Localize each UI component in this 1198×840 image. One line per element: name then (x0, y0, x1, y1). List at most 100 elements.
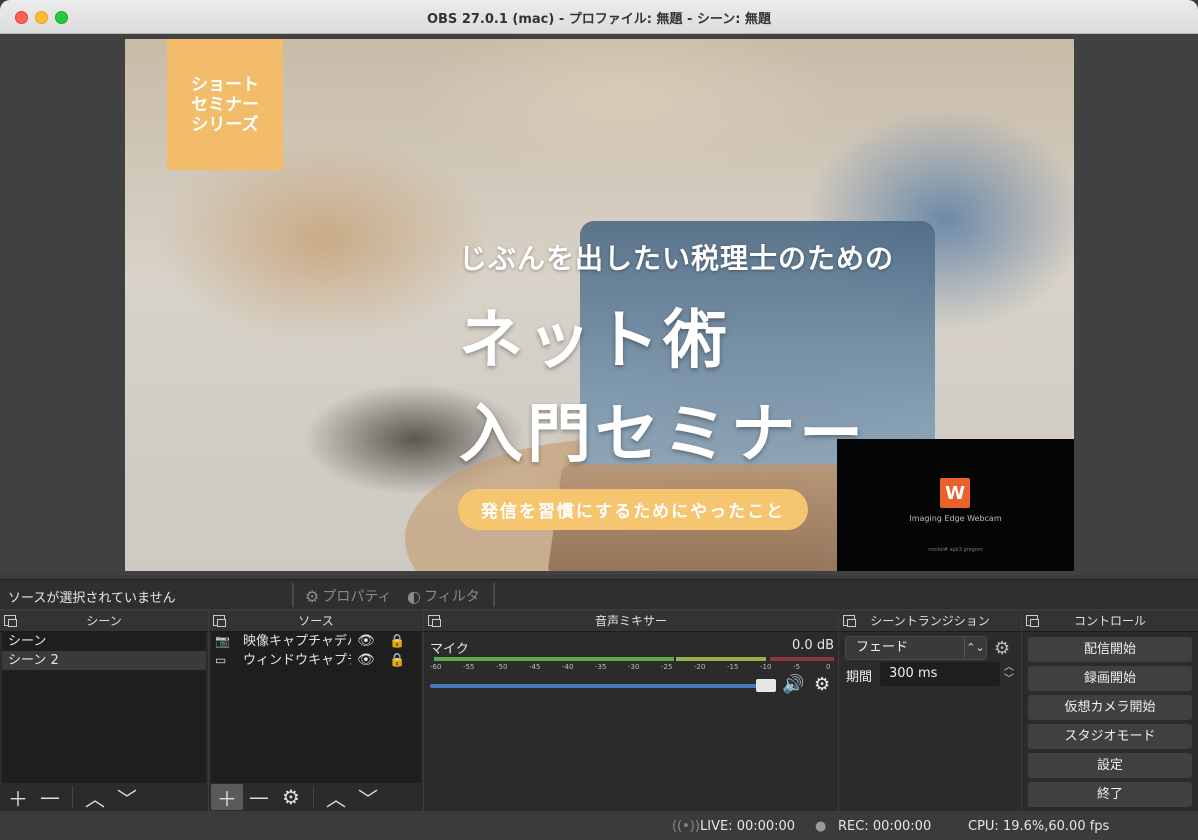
audio-mixer-dock: 音声ミキサー (424, 611, 838, 811)
speaker-icon[interactable]: 🔊 (782, 674, 804, 695)
status-bar: ((•)) LIVE: 00:00:00 ● REC: 00:00:00 CPU… (0, 813, 1198, 840)
minus-icon: — (40, 785, 60, 809)
move-source-down-button[interactable]: ﹀ (352, 784, 384, 811)
mixer-dock-header: 音声ミキサー (424, 611, 838, 632)
volume-slider-knob[interactable] (756, 679, 776, 692)
move-scene-up-button[interactable]: ︿ (79, 784, 111, 811)
duration-input[interactable]: 300 ms (880, 662, 1000, 686)
meter-tick-label: 0 (826, 663, 831, 671)
filters-label: フィルタ (423, 589, 480, 605)
remove-scene-button[interactable]: — (34, 784, 66, 810)
add-scene-button[interactable]: ＋ (2, 784, 34, 811)
undock-icon[interactable] (4, 615, 17, 627)
source-toolbar: ソースが選択されていません ⚙ プロパティ ◐ フィルタ (0, 579, 1198, 609)
webcam-logo-icon: W (940, 478, 970, 508)
chevron-up-icon: ︿ (85, 786, 105, 811)
preview-subtitle: じぶんを出したい税理士のための (459, 242, 895, 275)
transition-select[interactable]: フェード ⌃⌄ (845, 636, 987, 660)
scene-list[interactable]: シーン シーン 2 (2, 632, 206, 783)
meter-tick-label: -40 (562, 663, 574, 671)
window-title: OBS 27.0.1 (mac) - プロファイル: 無題 - シーン: 無題 (426, 12, 772, 27)
lock-icon[interactable]: 🔒 (389, 651, 405, 670)
meter-tick-label: -25 (661, 663, 673, 671)
meter-tick-label: -50 (496, 663, 508, 671)
transitions-dock-header: シーントランジション (839, 611, 1021, 632)
remove-source-button[interactable]: — (243, 784, 275, 810)
undock-icon[interactable] (1026, 615, 1039, 627)
transition-gear-icon[interactable]: ⚙ (994, 638, 1010, 659)
move-scene-down-button[interactable]: ﹀ (111, 784, 143, 811)
live-timer: LIVE: 00:00:00 (700, 819, 796, 834)
cpu-fps: CPU: 19.6%,60.00 fps (968, 819, 1110, 834)
minus-icon: — (249, 785, 269, 809)
record-dot-icon: ● (815, 819, 827, 834)
properties-label: プロパティ (322, 589, 392, 605)
meter-tick-label: -55 (463, 663, 475, 671)
source-name: 映像キャプチャデバイス (243, 634, 351, 649)
plus-icon: ＋ (8, 786, 28, 811)
meter-tick-label: -5 (793, 663, 800, 671)
meter-tick-label: -30 (628, 663, 640, 671)
sources-dock: ソース 📷 映像キャプチャデバイス 👁 🔒 ▭ ウィンドウキャプチャ 👁 🔒 ＋… (209, 611, 423, 811)
mixer-gear-icon[interactable]: ⚙ (814, 674, 830, 695)
preview-pill: 発信を習慣にするためにやったこと (458, 489, 808, 530)
volume-slider[interactable] (430, 684, 776, 688)
start-streaming-button[interactable]: 配信開始 (1028, 637, 1192, 662)
volume-meter (430, 657, 834, 661)
webcam-name: Imaging Edge Webcam (909, 514, 1002, 523)
scenes-dock-header: シーン (0, 611, 208, 632)
source-item[interactable]: 📷 映像キャプチャデバイス 👁 🔒 (211, 632, 421, 651)
chevron-updown-icon: ⌃⌄ (964, 637, 986, 659)
broadcast-icon: ((•)) (672, 819, 700, 834)
source-name: ウィンドウキャプチャ (243, 653, 351, 668)
eye-icon[interactable]: 👁 (357, 651, 375, 670)
exit-button[interactable]: 終了 (1028, 782, 1192, 807)
duration-label: 期間 (846, 670, 873, 685)
controls-title: コントロール (1073, 614, 1146, 628)
undock-icon[interactable] (843, 615, 856, 627)
preview-canvas[interactable]: ショート セミナー シリーズ じぶんを出したい税理士のための ネット術 入門セミ… (125, 39, 1074, 571)
chevron-up-icon: ︿ (326, 786, 346, 811)
source-item[interactable]: ▭ ウィンドウキャプチャ 👁 🔒 (211, 651, 421, 670)
scenes-dock: シーン シーン シーン 2 ＋ — ︿ ﹀ (0, 611, 208, 811)
meter-tick-label: -35 (595, 663, 607, 671)
scenes-footer: ＋ — ︿ ﹀ (2, 783, 206, 811)
preview-pill-text: 発信を習慣にするためにやったこと (480, 502, 786, 522)
scene-item-selected[interactable]: シーン 2 (2, 651, 206, 670)
eye-icon[interactable]: 👁 (357, 632, 375, 651)
scene-item[interactable]: シーン (2, 632, 206, 651)
filters-button[interactable]: ◐ フィルタ (407, 586, 480, 606)
footer-divider (313, 786, 314, 808)
studio-mode-button[interactable]: スタジオモード (1028, 724, 1192, 749)
start-recording-button[interactable]: 録画開始 (1028, 666, 1192, 691)
chevron-down-icon: ﹀ (117, 786, 137, 811)
webcam-overlay: W Imaging Edge Webcam model# apk3 gregom (837, 439, 1074, 571)
meter-tick-label: -10 (760, 663, 772, 671)
preview-title-line2: 入門セミナー (459, 398, 867, 472)
move-source-up-button[interactable]: ︿ (320, 784, 352, 811)
undock-icon[interactable] (428, 615, 441, 627)
plus-icon: ＋ (217, 786, 237, 811)
title-bar: OBS 27.0.1 (mac) - プロファイル: 無題 - シーン: 無題 (0, 0, 1198, 34)
source-list[interactable]: 📷 映像キャプチャデバイス 👁 🔒 ▭ ウィンドウキャプチャ 👁 🔒 (211, 632, 421, 783)
start-virtual-camera-button[interactable]: 仮想カメラ開始 (1028, 695, 1192, 720)
transition-selected-label: フェード (856, 640, 909, 655)
camera-icon: 📷 (215, 634, 230, 648)
source-properties-button[interactable]: ⚙ (275, 784, 307, 810)
scenes-title: シーン (86, 614, 122, 628)
series-badge: ショート セミナー シリーズ (167, 39, 283, 170)
duration-stepper[interactable]: ︿ ﹀ (1000, 662, 1018, 686)
meter-tick-label: -45 (529, 663, 541, 671)
toolbar-divider (493, 583, 495, 607)
footer-divider (72, 786, 73, 808)
sources-footer: ＋ — ⚙ ︿ ﹀ (211, 783, 421, 811)
add-source-button[interactable]: ＋ (211, 784, 243, 811)
properties-button[interactable]: ⚙ プロパティ (305, 586, 392, 606)
meter-tick-label: -15 (727, 663, 739, 671)
mixer-channel-name: マイク (430, 642, 469, 657)
settings-button[interactable]: 設定 (1028, 753, 1192, 778)
undock-icon[interactable] (213, 615, 226, 627)
lock-icon[interactable]: 🔒 (389, 632, 405, 651)
preview-area[interactable]: ショート セミナー シリーズ じぶんを出したい税理士のための ネット術 入門セミ… (0, 34, 1198, 575)
obs-window: OBS 27.0.1 (mac) - プロファイル: 無題 - シーン: 無題 … (0, 0, 1198, 840)
